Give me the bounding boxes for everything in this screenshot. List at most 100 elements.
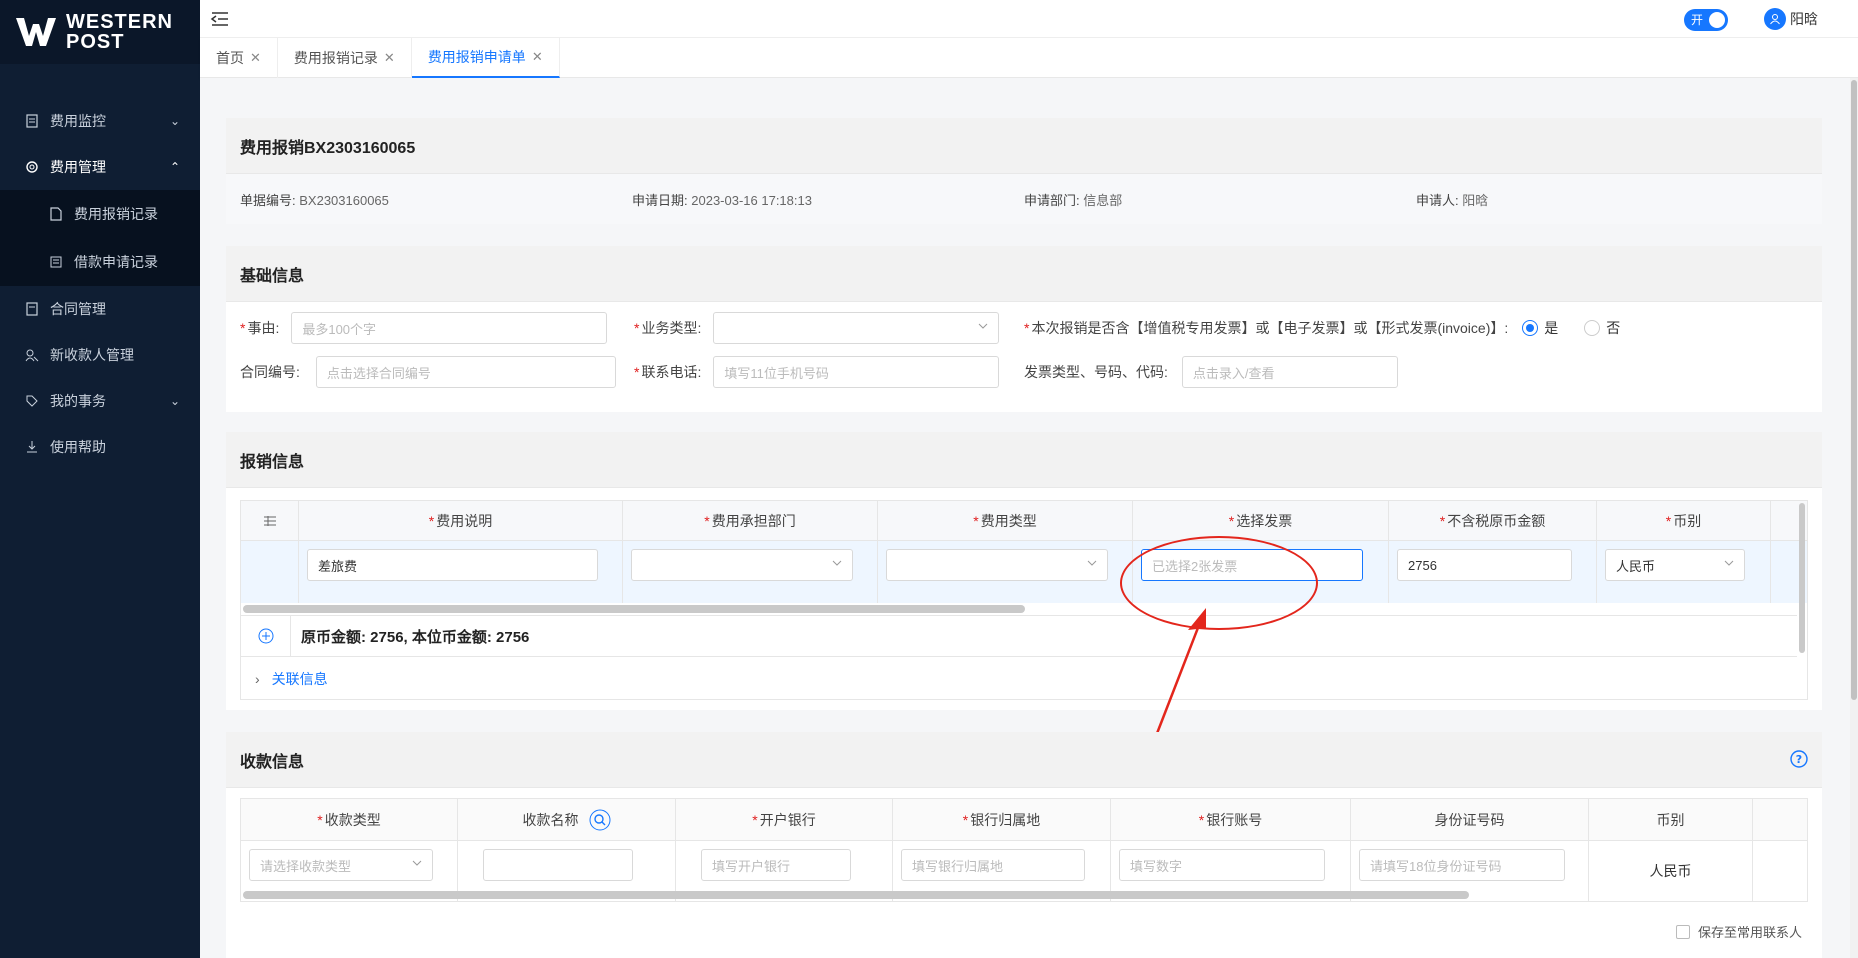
- tab-label: 费用报销申请单: [427, 49, 526, 65]
- contract-number-input[interactable]: 点击选择合同编号: [315, 356, 616, 388]
- download-icon: [24, 439, 40, 455]
- radio-off-icon: [1584, 320, 1601, 336]
- search-icon[interactable]: [589, 809, 611, 831]
- col-currency: * 币别: [1597, 501, 1771, 541]
- bearing-dept-select[interactable]: [631, 549, 853, 581]
- chevron-down-icon: [832, 560, 842, 566]
- help-icon[interactable]: ?: [1790, 750, 1808, 768]
- chevron-down-icon: ⌄: [169, 394, 180, 408]
- business-type-label: * 业务类型:: [634, 320, 702, 336]
- chevron-down-icon: [1724, 560, 1734, 566]
- radio-no[interactable]: 否: [1584, 318, 1620, 338]
- bank-input[interactable]: 填写开户银行: [701, 849, 851, 881]
- logo-w-icon: [16, 18, 56, 46]
- toggle-switch[interactable]: 开: [1684, 9, 1728, 31]
- radio-yes-label: 是: [1544, 320, 1559, 336]
- payee-table: * 收款类型 收款名称 * 开户银行 * 银行归属地 * 银行账号 身份证号码 币别 请…: [240, 798, 1808, 902]
- reason-label: * 事由:: [240, 320, 280, 336]
- col-id-number: 身份证号码: [1351, 799, 1589, 841]
- sidebar-item-label: 我的事务: [50, 393, 106, 409]
- tab-label: 费用报销记录: [293, 50, 378, 66]
- document-icon: [24, 301, 40, 317]
- expense-type-select[interactable]: [886, 549, 1108, 581]
- meta-department: 申请部门: 信息部: [1024, 192, 1123, 208]
- add-row-icon[interactable]: [241, 615, 291, 657]
- document-icon: [24, 113, 40, 129]
- col-expense-type: * 费用类型: [878, 501, 1133, 541]
- col-account: * 银行账号: [1111, 799, 1351, 841]
- tab-reimbursement-records[interactable]: 费用报销记录 ✕: [278, 38, 412, 78]
- summary-row: 原币金额: 2756, 本位币金额: 2756: [241, 615, 1797, 657]
- payee-name-input[interactable]: [483, 849, 633, 881]
- user-icon: [1764, 8, 1786, 30]
- horizontal-scrollbar[interactable]: [243, 891, 1469, 899]
- sidebar-item-loan-records[interactable]: 借款申请记录: [0, 238, 200, 286]
- bank-region-input[interactable]: 填写银行归属地: [901, 849, 1085, 881]
- basic-info-card: 基础信息 * 事由: 最多100个字 * 业务类型: * 本次报销是否含【增值税专用发…: [226, 246, 1822, 412]
- reason-input[interactable]: 最多100个字: [291, 312, 608, 344]
- logo: WESTERN POST: [0, 0, 200, 64]
- expense-desc-input[interactable]: 差旅费: [307, 549, 598, 581]
- phone-label: * 联系电话:: [634, 364, 702, 380]
- col-bank: * 开户银行: [676, 799, 893, 841]
- close-icon[interactable]: ✕: [250, 50, 261, 66]
- vertical-scrollbar[interactable]: [1799, 503, 1805, 653]
- document-title: 费用报销BX2303160065: [226, 118, 1822, 174]
- user-menu[interactable]: 阳晗: [1764, 8, 1818, 30]
- meta-apply-date: 申请日期: 2023-03-16 17:18:13: [632, 192, 812, 208]
- column-settings-icon[interactable]: [241, 501, 299, 541]
- sidebar-item-label: 费用管理: [50, 159, 106, 175]
- menu-collapse-icon[interactable]: [210, 10, 230, 28]
- chevron-down-icon: [1087, 560, 1097, 566]
- sidebar-item-help[interactable]: 使用帮助: [0, 424, 200, 470]
- sidebar-item-contract-management[interactable]: 合同管理: [0, 286, 200, 332]
- users-icon: [24, 347, 40, 363]
- sidebar-item-label: 合同管理: [50, 301, 106, 317]
- payee-type-select[interactable]: 请选择收款类型: [249, 849, 433, 881]
- related-info-toggle[interactable]: › 关联信息: [255, 669, 328, 689]
- radio-on-icon: [1522, 320, 1539, 336]
- col-currency: 币别: [1589, 799, 1753, 841]
- annotation-arrow-icon: [1154, 608, 1206, 737]
- col-bearing-dept: * 费用承担部门: [623, 501, 878, 541]
- col-payee-type: * 收款类型: [241, 799, 458, 841]
- page-vertical-scrollbar[interactable]: [1850, 78, 1858, 958]
- submenu: 费用报销记录 借款申请记录: [0, 190, 200, 286]
- horizontal-scrollbar[interactable]: [243, 605, 1025, 613]
- section-title: 收款信息 ?: [226, 732, 1822, 788]
- sidebar-item-new-payee-management[interactable]: 新收款人管理: [0, 332, 200, 378]
- sidebar-item-label: 新收款人管理: [50, 347, 134, 363]
- col-expense-desc: * 费用说明: [299, 501, 623, 541]
- radio-yes[interactable]: 是: [1522, 318, 1558, 338]
- id-number-input[interactable]: 请填写18位身份证号码: [1359, 849, 1565, 881]
- toggle-label: 开: [1691, 13, 1704, 27]
- sidebar-item-label: 借款申请记录: [74, 254, 158, 270]
- radio-no-label: 否: [1606, 320, 1621, 336]
- tab-reimbursement-form[interactable]: 费用报销申请单 ✕: [411, 38, 560, 78]
- logo-line1: WESTERN: [66, 11, 173, 33]
- chevron-down-icon: ⌄: [169, 114, 180, 128]
- save-contact-checkbox[interactable]: 保存至常用联系人: [1675, 922, 1802, 941]
- account-input[interactable]: 填写数字: [1119, 849, 1325, 881]
- sidebar-item-expense-management[interactable]: 费用管理 ⌃: [0, 144, 200, 190]
- close-icon[interactable]: ✕: [384, 50, 395, 66]
- amount-input[interactable]: 2756: [1397, 549, 1572, 581]
- chevron-down-icon: [412, 860, 422, 866]
- close-icon[interactable]: ✕: [532, 49, 543, 65]
- amount-summary: 原币金额: 2756, 本位币金额: 2756: [301, 628, 530, 646]
- sidebar-item-my-affairs[interactable]: 我的事务 ⌄: [0, 378, 200, 424]
- business-type-select[interactable]: [713, 312, 1000, 344]
- section-title: 报销信息: [226, 432, 1822, 488]
- currency-select[interactable]: 人民币: [1605, 549, 1745, 581]
- file-icon: [48, 206, 64, 222]
- meta-applicant: 申请人: 阳晗: [1416, 192, 1489, 208]
- chevron-down-icon: [978, 323, 988, 329]
- tag-icon: [24, 393, 40, 409]
- checkbox-icon: [1675, 924, 1690, 939]
- tab-home[interactable]: 首页 ✕: [200, 38, 278, 78]
- sidebar-item-label: 费用报销记录: [74, 206, 158, 222]
- invoice-type-input[interactable]: 点击录入/查看: [1181, 356, 1398, 388]
- sidebar-item-reimbursement-records[interactable]: 费用报销记录: [0, 190, 200, 238]
- sidebar-item-expense-monitor[interactable]: 费用监控 ⌄: [0, 98, 200, 144]
- phone-input[interactable]: 填写11位手机号码: [713, 356, 1000, 388]
